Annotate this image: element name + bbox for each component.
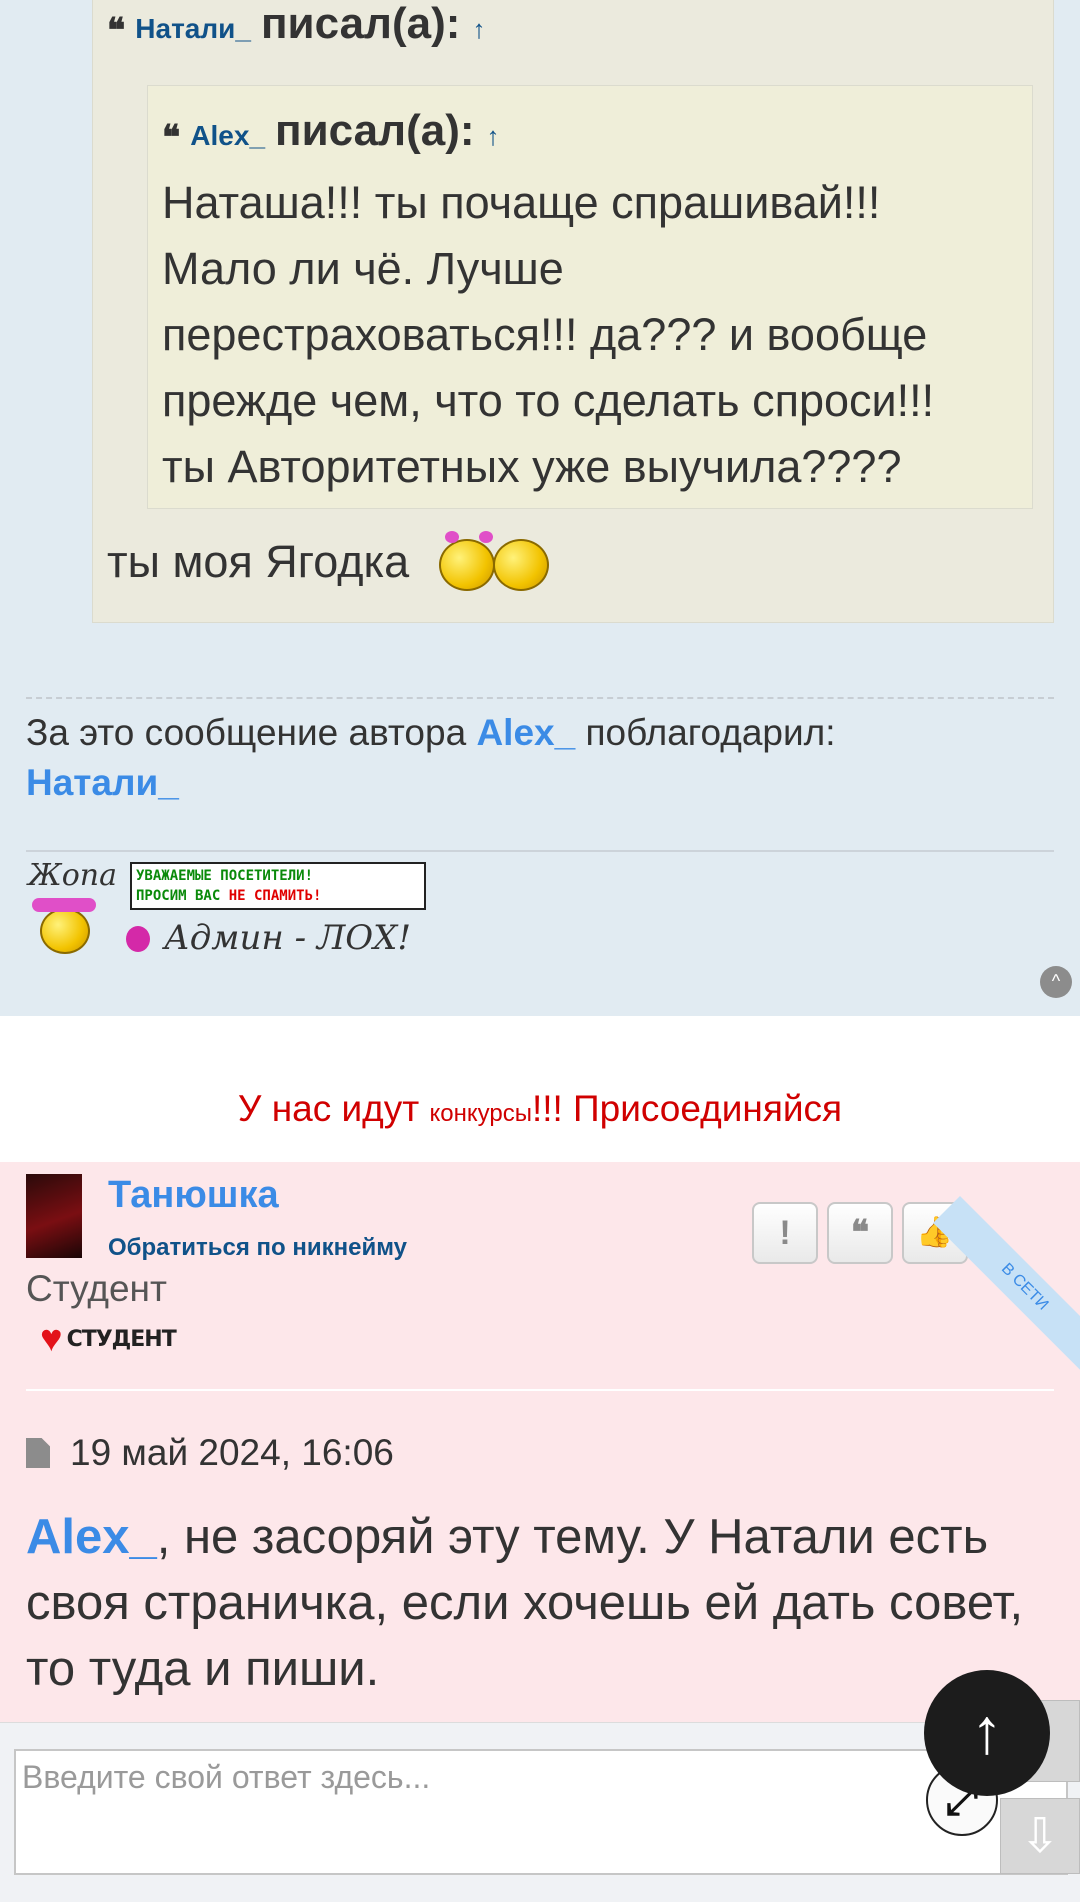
inner-quote-cite: ❝ Alex_ писал(а): ↑ xyxy=(162,106,500,158)
banner-part2: конкурсы xyxy=(429,1100,532,1127)
rank-badge-label: СТУДЕНТ xyxy=(66,1326,177,1352)
apple-icon xyxy=(126,926,150,952)
inner-quote-text: Наташа!!! ты почаще спрашивай!!! Мало ли… xyxy=(162,170,1022,500)
post-date-text: 19 май 2024, 16:06 xyxy=(70,1432,394,1473)
thanker-link[interactable]: Натали_ xyxy=(26,762,179,803)
back-to-top-button[interactable]: ↑ xyxy=(924,1670,1050,1796)
inner-quote-line: перестраховаться!!! да??? и вообще xyxy=(162,309,928,360)
signature-notice: УВАЖАЕМЫЕ ПОСЕТИТЕЛИ! ПРОСИМ ВАС НЕ СПАМ… xyxy=(130,862,426,910)
outer-quote: ❝ Натали_ писал(а): ↑ ❝ Alex_ писал(а): … xyxy=(92,0,1054,623)
report-button[interactable]: ! xyxy=(752,1202,818,1264)
outer-quote-text: ты моя Ягодка xyxy=(107,531,555,593)
signature-scrawl-top: Жопа xyxy=(28,858,117,893)
outer-quote-message: ты моя Ягодка xyxy=(107,536,410,587)
post-content-text: , не засоряй эту тему. У Натали есть сво… xyxy=(26,1510,1024,1696)
signature-notice-part: НЕ СПАМИТЬ! xyxy=(228,888,322,904)
heart-icon: ♥ xyxy=(40,1318,63,1360)
banner-part3: !!! Присоединяйся xyxy=(531,1088,843,1129)
bow-icon xyxy=(32,898,96,912)
signature-image: Жопа УВАЖАЕМЫЕ ПОСЕТИТЕЛИ! ПРОСИМ ВАС НЕ… xyxy=(26,858,426,964)
quick-reply-bar xyxy=(0,1722,1080,1902)
scroll-down-button[interactable]: ⇩ xyxy=(1000,1798,1080,1874)
content-mention-link[interactable]: Alex_ xyxy=(26,1510,157,1564)
content-divider xyxy=(26,697,1054,699)
contest-banner[interactable]: У нас идут конкурсы!!! Присоединяйся xyxy=(0,1088,1080,1130)
outer-quote-jump-link[interactable]: ↑ xyxy=(472,14,485,45)
signature-notice-line: ПРОСИМ ВАС НЕ СПАМИТЬ! xyxy=(136,886,420,906)
thanks-notice: За это сообщение автора Alex_ поблагодар… xyxy=(26,708,1056,808)
quote-button[interactable]: ❝ xyxy=(827,1202,893,1264)
avatar[interactable] xyxy=(26,1174,82,1258)
file-icon[interactable] xyxy=(26,1438,50,1468)
post-divider xyxy=(26,1389,1054,1391)
kissing-smileys-icon xyxy=(435,531,555,593)
post-date: 19 май 2024, 16:06 xyxy=(26,1432,394,1474)
quote-mark-icon: ❝ xyxy=(107,11,126,51)
banner-part1: У нас идут xyxy=(237,1088,430,1129)
signature-notice-part: ПРОСИМ ВАС xyxy=(136,888,229,904)
thanks-prefix: За это сообщение автора xyxy=(26,712,467,753)
post-author-link[interactable]: Танюшка xyxy=(108,1174,279,1217)
quote-mark-icon: ❝ xyxy=(162,118,181,158)
inner-quote-line: Мало ли чё. Лучше xyxy=(162,243,564,294)
smiley-icon xyxy=(40,908,90,954)
back-to-top-small-button[interactable]: ^ xyxy=(1040,966,1072,998)
outer-quote-author-link[interactable]: Натали_ xyxy=(135,13,251,45)
post-1: ❝ Натали_ писал(а): ↑ ❝ Alex_ писал(а): … xyxy=(0,0,1080,1016)
mention-by-nickname-link[interactable]: Обратиться по никнейму xyxy=(108,1234,407,1262)
user-rank: Студент xyxy=(26,1268,167,1309)
inner-quote-line: Наташа!!! ты почаще спрашивай!!! xyxy=(162,177,881,228)
inner-quote-jump-link[interactable]: ↑ xyxy=(487,121,500,152)
outer-quote-wrote-label: писал(а): xyxy=(260,0,461,48)
thanks-suffix: поблагодарил: xyxy=(585,712,836,753)
outer-quote-cite: ❝ Натали_ писал(а): ↑ xyxy=(107,0,485,51)
rank-badge: ♥ СТУДЕНТ xyxy=(40,1318,177,1360)
thanks-author-link[interactable]: Alex_ xyxy=(476,712,575,753)
reply-input[interactable] xyxy=(14,1749,1068,1875)
inner-quote-line: ты Авторитетных уже выучила???? xyxy=(162,441,902,492)
post-content: Alex_, не засоряй эту тему. У Натали ест… xyxy=(26,1504,1060,1702)
signature-notice-line: УВАЖАЕМЫЕ ПОСЕТИТЕЛИ! xyxy=(136,868,314,884)
inner-quote-author-link[interactable]: Alex_ xyxy=(190,120,265,152)
online-ribbon: В СЕТИ xyxy=(933,1196,1080,1379)
signature-scrawl-bottom: Админ - ЛОХ! xyxy=(164,918,411,958)
inner-quote: ❝ Alex_ писал(а): ↑ Наташа!!! ты почаще … xyxy=(147,85,1033,509)
signature-divider xyxy=(26,850,1054,852)
inner-quote-line: прежде чем, что то сделать спроси!!! xyxy=(162,375,935,426)
inner-quote-wrote-label: писал(а): xyxy=(275,106,475,155)
